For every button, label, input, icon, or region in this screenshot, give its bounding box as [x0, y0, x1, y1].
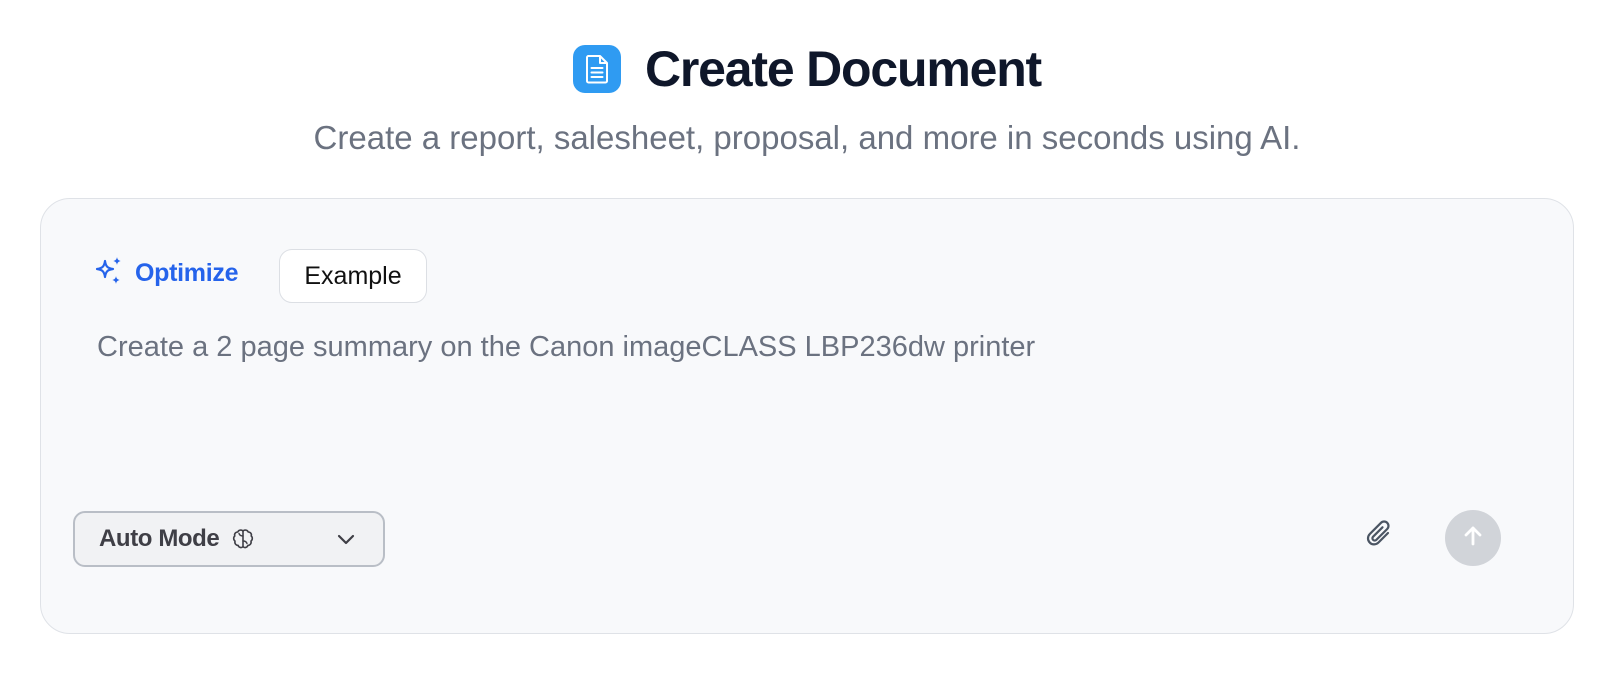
attach-button[interactable] — [1359, 515, 1403, 559]
arrow-up-icon — [1460, 523, 1486, 554]
page-subtitle: Create a report, salesheet, proposal, an… — [313, 119, 1301, 156]
brain-icon — [231, 527, 255, 551]
send-button[interactable] — [1445, 510, 1501, 566]
document-icon — [573, 45, 621, 93]
prompt-composer: Optimize Example Create a 2 page summary… — [40, 198, 1574, 634]
optimize-label: Optimize — [135, 258, 239, 287]
page-title: Create Document — [645, 41, 1042, 97]
prompt-input[interactable]: Create a 2 page summary on the Canon ima… — [97, 327, 1497, 477]
chevron-down-icon — [335, 528, 357, 555]
sparkles-icon — [93, 255, 125, 292]
mode-label: Auto Mode — [99, 525, 220, 552]
create-document-page: Create Document Create a report, saleshe… — [0, 0, 1614, 674]
optimize-button[interactable]: Optimize — [93, 251, 238, 295]
paperclip-icon — [1365, 518, 1397, 557]
mode-dropdown[interactable]: Auto Mode — [73, 511, 385, 567]
page-header: Create Document — [0, 42, 1614, 96]
example-button[interactable]: Example — [279, 249, 427, 303]
